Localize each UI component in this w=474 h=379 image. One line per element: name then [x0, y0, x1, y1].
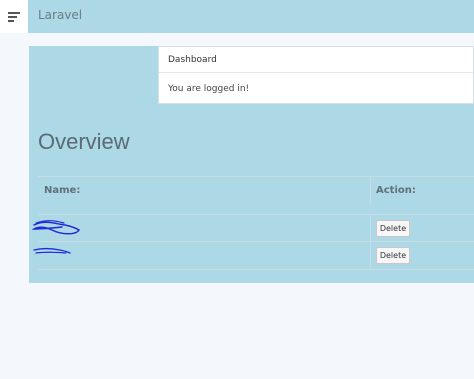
- redacted-name-scribble: [32, 220, 80, 235]
- hamburger-icon[interactable]: [0, 0, 28, 33]
- column-divider: [370, 215, 371, 242]
- column-header-name: Name:: [44, 185, 81, 196]
- redacted-name-scribble: [33, 247, 71, 254]
- page-title: Overview: [38, 129, 130, 154]
- delete-button[interactable]: Delete: [376, 220, 410, 237]
- brand-link[interactable]: Laravel: [38, 8, 82, 22]
- delete-button[interactable]: Delete: [376, 247, 410, 264]
- dashboard-card: Dashboard You are logged in!: [158, 46, 474, 104]
- column-header-action: Action:: [376, 185, 416, 196]
- menu-bar-3: [8, 20, 14, 22]
- card-body: You are logged in!: [168, 84, 250, 94]
- table-row: Delete: [33, 241, 474, 270]
- card-header: Dashboard: [159, 47, 473, 73]
- table-row: Delete: [32, 214, 474, 242]
- top-navbar: Laravel: [0, 0, 474, 33]
- table-header-row: Name: Action:: [38, 176, 474, 205]
- menu-bar-2: [8, 16, 17, 18]
- menu-bar-1: [8, 12, 20, 14]
- column-divider: [370, 177, 371, 205]
- column-divider: [370, 242, 371, 269]
- left-gutter: [0, 33, 29, 379]
